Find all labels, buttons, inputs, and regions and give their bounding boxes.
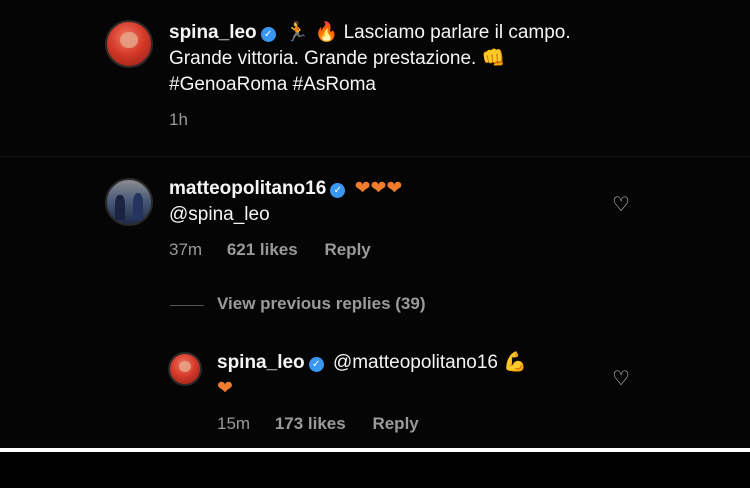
- comment-time: 37m: [169, 240, 203, 259]
- reply-likes[interactable]: 173 likes: [275, 414, 346, 433]
- reply-time: 15m: [217, 414, 251, 433]
- heart-outline-icon[interactable]: ♡: [611, 195, 631, 215]
- comment-text[interactable]: @spina_leo: [169, 202, 270, 227]
- reply-meta: 15m 173 likes Reply: [217, 414, 419, 434]
- post-time: 1h: [169, 110, 188, 129]
- comment-reply-button[interactable]: Reply: [324, 240, 370, 259]
- separator: [0, 156, 750, 157]
- bottom-bar: [0, 452, 750, 488]
- runner-fire-emoji: 🏃 🔥: [284, 21, 339, 43]
- comments-panel: spina_leo ✓ 🏃 🔥 Lasciamo parlare il campo…: [0, 0, 750, 448]
- comment-header: matteopolitano16 ✓ ❤❤❤: [169, 176, 402, 201]
- reply-header: spina_leo ✓ @matteopolitano16 💪: [217, 350, 527, 375]
- caption-line-1: Lasciamo parlare il campo.: [343, 22, 571, 43]
- hashtags[interactable]: #GenoaRoma #AsRoma: [169, 72, 376, 97]
- verified-badge-icon: ✓: [330, 183, 346, 198]
- comment-author-avatar[interactable]: [105, 178, 153, 226]
- heart-outline-icon[interactable]: ♡: [611, 369, 631, 389]
- reply-text: @matteopolitano16 💪: [332, 352, 527, 373]
- post-author-avatar[interactable]: [105, 20, 153, 68]
- post-caption: spina_leo ✓ 🏃 🔥 Lasciamo parlare il campo…: [169, 20, 571, 45]
- verified-badge-icon: ✓: [308, 357, 324, 372]
- comment-likes[interactable]: 621 likes: [227, 240, 298, 259]
- reply-username[interactable]: spina_leo: [217, 352, 305, 373]
- hearts-emoji: ❤❤❤: [354, 177, 403, 199]
- comment-username[interactable]: matteopolitano16: [169, 178, 326, 199]
- reply-reply-button[interactable]: Reply: [372, 414, 418, 433]
- reply-author-avatar[interactable]: [168, 352, 202, 386]
- reply-heart-emoji: ❤: [217, 377, 233, 399]
- caption-line-2: Grande vittoria. Grande prestazione. 👊: [169, 48, 506, 69]
- comment-meta: 37m 621 likes Reply: [169, 240, 371, 260]
- replies-divider: [170, 305, 204, 306]
- post-username[interactable]: spina_leo: [169, 22, 257, 43]
- view-previous-replies-link[interactable]: View previous replies (39): [217, 294, 426, 314]
- verified-badge-icon: ✓: [260, 27, 276, 42]
